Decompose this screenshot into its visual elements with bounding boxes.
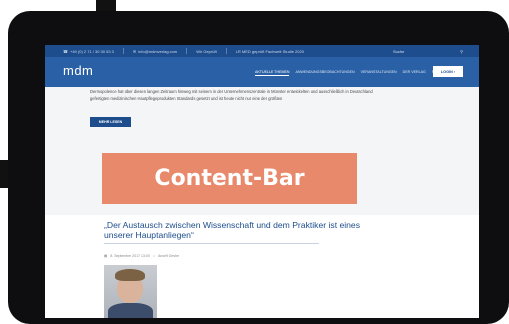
article-author: Anself Geshe [157, 254, 179, 258]
topbar-link-2[interactable]: LR MED geprüft Fachwelt Studie 2020 [236, 49, 304, 54]
topbar-divider [186, 48, 188, 54]
article-date: 8. September 2017 13:00 [110, 254, 150, 258]
photo-shirt [108, 303, 153, 318]
article-headline[interactable]: „Der Austausch zwischen Wissenschaft und… [104, 220, 364, 240]
topbar-link-label: LR MED geprüft Fachwelt Studie 2020 [235, 48, 304, 54]
mail-icon: ✉ [132, 48, 137, 54]
nav-item-veranstaltungen[interactable]: VERANSTALTUNGEN [361, 70, 397, 76]
author-icon: ○ [152, 254, 155, 258]
article-meta: ▦ 8. September 2017 13:00 ○ Anself Geshe [104, 254, 179, 258]
search-input[interactable]: Suche ⚲ [393, 47, 463, 55]
topbar-divider [122, 48, 124, 54]
phone-icon: ☎ [63, 48, 68, 54]
content-bar-banner: Content-Bar [102, 153, 357, 204]
photo-hair [115, 269, 145, 281]
headline-divider [104, 243, 319, 244]
topbar-link-1[interactable]: Wir Geprüft [196, 49, 216, 54]
topbar-divider [225, 48, 227, 54]
article-excerpt: Dermopolence hat über diesen langen Zeit… [90, 89, 373, 101]
tablet-frame: ☎ +49 (0) 2 71 / 30 30 53 3 ✉ info@mdmve… [8, 11, 509, 324]
search-placeholder: Suche [393, 48, 405, 54]
author-photo [104, 265, 157, 318]
login-button[interactable]: LOGIN › [433, 66, 463, 77]
phone-text: +49 (0) 2 71 / 30 30 53 3 [69, 48, 114, 54]
email-text: info@mdmverlag.com [138, 48, 178, 54]
main-navigation: mdm AKTUELLE THEMEN ANWENDUNGSBEOBACHTUN… [45, 57, 479, 87]
nav-item-anwendungsbeobachtungen[interactable]: ANWENDUNGSBEOBACHTUNGEN [295, 70, 354, 76]
calendar-icon: ▦ [104, 254, 108, 258]
search-icon[interactable]: ⚲ [460, 49, 463, 54]
email-link[interactable]: ✉ info@mdmverlag.com [133, 49, 177, 54]
tablet-screen: ☎ +49 (0) 2 71 / 30 30 53 3 ✉ info@mdmve… [45, 45, 479, 318]
nav-item-der-verlag[interactable]: DER VERLAG [403, 70, 426, 76]
read-more-button[interactable]: MEHR LESEN [90, 117, 131, 127]
contact-topbar: ☎ +49 (0) 2 71 / 30 30 53 3 ✉ info@mdmve… [45, 45, 479, 57]
nav-item-aktuelle-themen[interactable]: AKTUELLE THEMEN [255, 70, 290, 76]
phone-link[interactable]: ☎ +49 (0) 2 71 / 30 30 53 3 [63, 49, 114, 54]
topbar-link-label: Wir Geprüft [196, 48, 217, 54]
article-section: „Der Austausch zwischen Wissenschaft und… [45, 215, 479, 318]
site-logo[interactable]: mdm [63, 63, 93, 78]
